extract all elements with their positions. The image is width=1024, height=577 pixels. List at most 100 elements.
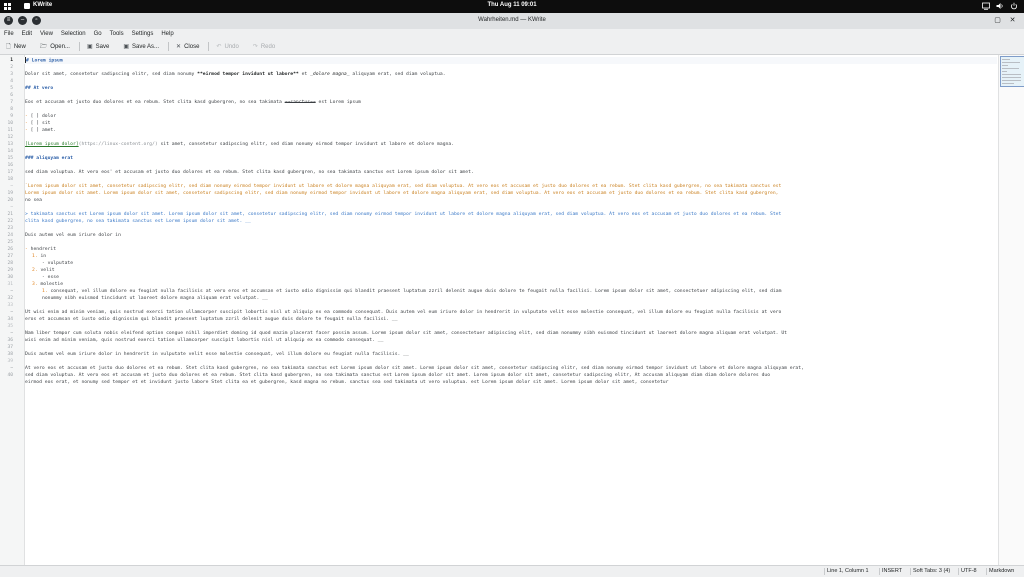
text-line[interactable]: eirmod eos erat, et nonumy sed tempor et… bbox=[25, 379, 995, 386]
window-titlebar[interactable]: ≡ – ▫ Wahrheiten.md — KWrite ▢ ✕ bbox=[0, 13, 1024, 30]
line-number: ~ bbox=[10, 366, 13, 371]
list-text: - esse bbox=[42, 275, 59, 280]
code-text: Lorem ipsum dolor sit amet. Lorem ipsum … bbox=[25, 191, 779, 196]
text-line[interactable]: Ut wisi enim ad minim veniam, quis nostr… bbox=[25, 309, 995, 316]
text-line[interactable]: ### aliquyam erat bbox=[25, 155, 995, 162]
syntax-mode[interactable]: Markdown bbox=[986, 568, 1016, 575]
text-line[interactable]: 1. in bbox=[32, 253, 995, 260]
task-text: [ ] sit bbox=[30, 121, 51, 126]
line-number: 26 bbox=[7, 247, 13, 252]
undo-label: Undo bbox=[224, 43, 239, 50]
menu-help[interactable]: Help bbox=[157, 29, 177, 39]
encoding[interactable]: UTF-8 bbox=[958, 568, 979, 575]
line-number: 20 bbox=[7, 198, 13, 203]
clock[interactable]: Thu Aug 11 09:01 bbox=[0, 2, 1024, 8]
line-number: 14 bbox=[7, 149, 13, 154]
indentation-settings[interactable]: Soft Tabs: 3 (4) bbox=[910, 568, 952, 575]
menu-go[interactable]: Go bbox=[90, 29, 106, 39]
close-window-icon[interactable]: ✕ bbox=[1008, 16, 1017, 25]
line-number: 12 bbox=[7, 135, 13, 140]
plain-text: sed diam voluptua. At vero eos et accusa… bbox=[25, 373, 771, 378]
cursor-position[interactable]: Line 1, Column 1 bbox=[824, 568, 871, 575]
redo-label: Redo bbox=[260, 43, 276, 50]
save-button[interactable]: ▣ Save bbox=[86, 43, 110, 51]
text-line[interactable]: 1. consequat, vel illum dolore eu feugia… bbox=[42, 288, 995, 295]
text-line[interactable]: > takimata sanctus est Lorem ipsum dolor… bbox=[25, 211, 995, 218]
line-number: 11 bbox=[7, 128, 13, 133]
menu-edit[interactable]: Edit bbox=[18, 29, 36, 39]
plain-text: aliquyam erat, sed diam voluptua. bbox=[349, 72, 446, 77]
menu-view[interactable]: View bbox=[36, 29, 57, 39]
text-line[interactable]: Dolor sit amet, consetetur sadipscing el… bbox=[25, 71, 995, 78]
text-line[interactable]: clita kasd gubergren, no sea takimata sa… bbox=[25, 218, 995, 225]
line-number: 7 bbox=[10, 100, 13, 105]
save-as-button[interactable]: ▣ Save As... bbox=[123, 43, 159, 51]
text-line[interactable]: sed diam voluptua. At vero eos' et accus… bbox=[25, 169, 995, 176]
new-document-icon: 🗋 bbox=[6, 43, 11, 50]
list-text: molestie bbox=[37, 282, 64, 287]
close-button[interactable]: ✕ Close bbox=[176, 43, 199, 51]
line-number: 29 bbox=[7, 268, 13, 273]
text-line[interactable]: - [ ] sit bbox=[25, 120, 995, 127]
editor-area[interactable]: 1 2 3 4 5 6 7 8 9 10 11 12 13 14 15 16 1… bbox=[0, 55, 1024, 565]
list-text: in bbox=[37, 254, 47, 259]
line-number: 24 bbox=[7, 233, 13, 238]
menu-selection[interactable]: Selection bbox=[57, 29, 90, 39]
text-line[interactable]: wisi enim ad minim veniam, quis nostrud … bbox=[25, 337, 995, 344]
text-line[interactable]: ## At vero bbox=[25, 85, 995, 92]
text-line[interactable]: Duis autem vel eum iriure dolor in bbox=[25, 232, 995, 239]
line-number: 36 bbox=[7, 338, 13, 343]
status-bar: Line 1, Column 1 INSERT Soft Tabs: 3 (4)… bbox=[0, 565, 1024, 577]
text-line[interactable]: nonummy nibh euismod tincidunt ut laoree… bbox=[42, 295, 995, 302]
text-line[interactable]: - [ ] dolor bbox=[25, 113, 995, 120]
plain-text: est Lorem ipsum bbox=[315, 100, 361, 105]
line-number: 40 bbox=[7, 373, 13, 378]
text-line[interactable]: - [ ] amet. bbox=[25, 127, 995, 134]
minimap-line bbox=[1002, 80, 1021, 81]
save-icon: ▣ bbox=[86, 44, 93, 50]
text-line[interactable]: - hendrerit bbox=[25, 246, 995, 253]
line-number: 27 bbox=[7, 254, 13, 259]
text-line[interactable]: 2. velit bbox=[32, 267, 995, 274]
text-line[interactable]: # Lorem ipsum bbox=[25, 57, 995, 65]
plain-text: Duis autem vel eum iriure dolor in hendr… bbox=[25, 352, 409, 357]
new-button[interactable]: 🗋 New bbox=[6, 42, 26, 52]
line-number: 18 bbox=[7, 177, 13, 182]
line-number: 1 bbox=[10, 58, 13, 63]
menu-file[interactable]: File bbox=[0, 29, 18, 39]
text-line[interactable]: Duis autem vel eum iriure dolor in hendr… bbox=[25, 351, 995, 358]
text-line[interactable]: At vero eos et accusam et justo duo dolo… bbox=[25, 365, 995, 372]
text-line[interactable]: `Lorem ipsum dolor sit amet, consetetur … bbox=[25, 183, 995, 190]
text-line[interactable]: eros et accumsan et iusto odio dignissim… bbox=[25, 316, 995, 323]
undo-button[interactable]: ↶ Undo bbox=[216, 43, 239, 51]
text-line[interactable]: Lorem ipsum dolor sit amet. Lorem ipsum … bbox=[25, 190, 995, 197]
power-icon[interactable] bbox=[1010, 2, 1018, 10]
open-label: Open... bbox=[50, 43, 70, 50]
save-label: Save bbox=[95, 43, 110, 50]
line-number: ~ bbox=[10, 331, 13, 336]
screen-icon[interactable] bbox=[982, 2, 990, 10]
volume-icon[interactable] bbox=[996, 2, 1004, 10]
text-line[interactable]: Nam liber tempor cum soluta nobis eleife… bbox=[25, 330, 995, 337]
menu-tools[interactable]: Tools bbox=[106, 29, 128, 39]
text-line[interactable]: - vulputate bbox=[42, 260, 995, 267]
minimap-line bbox=[1002, 77, 1021, 78]
text-line[interactable]: [Lorem ipsum dolor](https://linux-conten… bbox=[25, 141, 995, 148]
text-line[interactable]: - esse bbox=[42, 274, 995, 281]
input-mode[interactable]: INSERT bbox=[879, 568, 904, 575]
text-line[interactable]: 3. molestie bbox=[32, 281, 995, 288]
menu-settings[interactable]: Settings bbox=[128, 29, 158, 39]
open-button[interactable]: 🗁 Open... bbox=[40, 42, 70, 52]
menubar: File Edit View Selection Go Tools Settin… bbox=[0, 29, 1024, 39]
minimap-scrollbar[interactable] bbox=[998, 55, 1024, 565]
text-line[interactable]: Eos et accusam et justo duo dolores et e… bbox=[25, 99, 995, 106]
maximize-icon[interactable]: ▢ bbox=[993, 16, 1002, 25]
line-number: ~ bbox=[10, 289, 13, 294]
system-tray bbox=[982, 2, 1018, 10]
line-number-gutter[interactable]: 1 2 3 4 5 6 7 8 9 10 11 12 13 14 15 16 1… bbox=[0, 55, 25, 565]
toolbar-separator bbox=[78, 42, 80, 51]
text-line[interactable]: no sea bbox=[25, 197, 995, 204]
redo-button[interactable]: ↷ Redo bbox=[253, 43, 276, 51]
text-line[interactable]: sed diam voluptua. At vero eos et accusa… bbox=[25, 372, 995, 379]
minimap-line bbox=[1002, 65, 1008, 66]
